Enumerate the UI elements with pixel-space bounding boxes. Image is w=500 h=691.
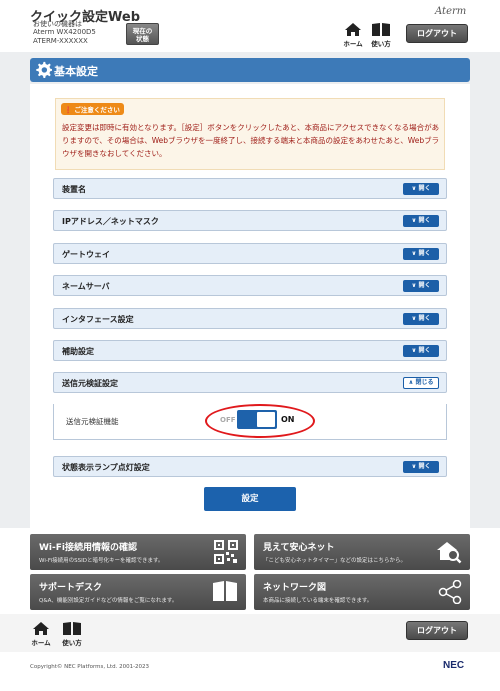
- accordion-label: ゲートウェイ: [62, 250, 110, 259]
- accordion-name-server[interactable]: ネームサーバ ∨ 開く: [53, 275, 447, 296]
- notice-badge: ❗ ご注意ください: [61, 103, 124, 115]
- tile-desc: Wi-Fi接続用のSSIDと暗号化キーを確認できます。: [39, 558, 164, 564]
- help-button[interactable]: 使い方: [368, 22, 394, 48]
- accordion-auxiliary-settings[interactable]: 補助設定 ∨ 開く: [53, 340, 447, 361]
- home-button[interactable]: ホーム: [340, 22, 366, 48]
- section-title: 基本設定: [54, 65, 98, 78]
- accordion-label: ネームサーバ: [62, 282, 110, 291]
- warning-icon: ❗: [64, 106, 73, 114]
- notice-text: 設定変更は即時に有効となります。［設定］ボタンをクリックしたあと、本商品にアクセ…: [62, 123, 440, 158]
- home-icon: [33, 622, 49, 635]
- current-status-button[interactable]: 現在の 状態: [126, 23, 159, 45]
- accordion-label: 状態表示ランプ点灯設定: [62, 463, 150, 472]
- accordion-label: インタフェース設定: [62, 315, 134, 324]
- accordion-open-button[interactable]: ∨ 開く: [403, 345, 439, 357]
- accordion-source-verify[interactable]: 送信元検証設定 ∧ 閉じる: [53, 372, 447, 393]
- book-icon: [372, 23, 390, 36]
- submit-button[interactable]: 設定: [204, 487, 296, 511]
- accordion-open-button[interactable]: ∨ 開く: [403, 280, 439, 292]
- notice-box: ❗ ご注意ください 設定変更は即時に有効となります。［設定］ボタンをクリックした…: [55, 98, 445, 170]
- tile-title: サポートデスク: [39, 583, 103, 593]
- nec-logo: NEC: [443, 660, 465, 671]
- accordion-close-button[interactable]: ∧ 閉じる: [403, 377, 439, 389]
- tile-support-desk[interactable]: サポートデスク Q&A、機能別設定ガイドなどの情報をご覧になれます。: [30, 574, 246, 610]
- copyright: Copyright© NEC Platforms, Ltd. 2001-2023: [30, 664, 150, 670]
- accordion-open-button[interactable]: ∨ 開く: [403, 313, 439, 325]
- header: クイック設定Web お使いの機器は Aterm WX4200D5 ATERM-X…: [0, 0, 500, 52]
- accordion-gateway[interactable]: ゲートウェイ ∨ 開く: [53, 243, 447, 264]
- tile-network-map[interactable]: ネットワーク図 本商品に接続している端末を確認できます。: [254, 574, 470, 610]
- tile-title: ネットワーク図: [263, 583, 327, 593]
- accordion-status-lamp[interactable]: 状態表示ランプ点灯設定 ∨ 開く: [53, 456, 447, 477]
- accordion-open-button[interactable]: ∨ 開く: [403, 248, 439, 260]
- tile-desc: Q&A、機能別設定ガイドなどの情報をご覧になれます。: [39, 598, 178, 604]
- home-search-icon: [437, 542, 462, 564]
- accordion-open-button[interactable]: ∨ 開く: [403, 183, 439, 195]
- section-header: 基本設定: [30, 58, 470, 82]
- tile-title: 見えて安心ネット: [263, 543, 335, 553]
- tile-title: Wi-Fi接続用情報の確認: [39, 543, 137, 553]
- device-id: ATERM-XXXXXX: [33, 37, 88, 45]
- accordion-label: 装置名: [62, 185, 86, 194]
- qr-code-icon: [214, 540, 238, 564]
- tile-safe-net[interactable]: 見えて安心ネット 「こども安心ネットタイマー」などの設定はこちらから。: [254, 534, 470, 570]
- book-icon: [213, 581, 237, 601]
- notice-badge-label: ご注意ください: [74, 106, 120, 114]
- accordion-label: 補助設定: [62, 347, 94, 356]
- home-label: ホーム: [343, 40, 363, 48]
- accordion-open-button[interactable]: ∨ 開く: [403, 215, 439, 227]
- footer-help-label: 使い方: [62, 639, 82, 647]
- home-icon: [345, 23, 361, 36]
- highlight-ellipse: [205, 404, 315, 438]
- accordion-ip-netmask[interactable]: IPアドレス／ネットマスク ∨ 開く: [53, 210, 447, 231]
- logout-button[interactable]: ログアウト: [406, 24, 468, 43]
- footer-logout-button[interactable]: ログアウト: [406, 621, 468, 640]
- gear-icon: [36, 61, 52, 78]
- tile-wifi-info[interactable]: Wi-Fi接続用情報の確認 Wi-Fi接続用のSSIDと暗号化キーを確認できます…: [30, 534, 246, 570]
- source-verify-label: 送信元検証機能: [66, 417, 119, 426]
- accordion-open-button[interactable]: ∨ 開く: [403, 461, 439, 473]
- device-model: Aterm WX4200D5: [33, 28, 96, 36]
- brand-logo: Aterm: [435, 6, 467, 17]
- share-network-icon: [438, 580, 462, 604]
- tile-desc: 「こども安心ネットタイマー」などの設定はこちらから。: [263, 558, 407, 564]
- footer-help-button[interactable]: 使い方: [59, 621, 85, 647]
- help-label: 使い方: [371, 40, 391, 48]
- footer-home-button[interactable]: ホーム: [28, 621, 54, 647]
- footer-home-label: ホーム: [31, 639, 51, 647]
- book-icon: [63, 622, 81, 635]
- accordion-label: IPアドレス／ネットマスク: [62, 217, 159, 226]
- tile-desc: 本商品に接続している端末を確認できます。: [263, 598, 373, 604]
- accordion-label: 送信元検証設定: [62, 379, 118, 388]
- accordion-interface-settings[interactable]: インタフェース設定 ∨ 開く: [53, 308, 447, 329]
- accordion-device-name[interactable]: 装置名 ∨ 開く: [53, 178, 447, 199]
